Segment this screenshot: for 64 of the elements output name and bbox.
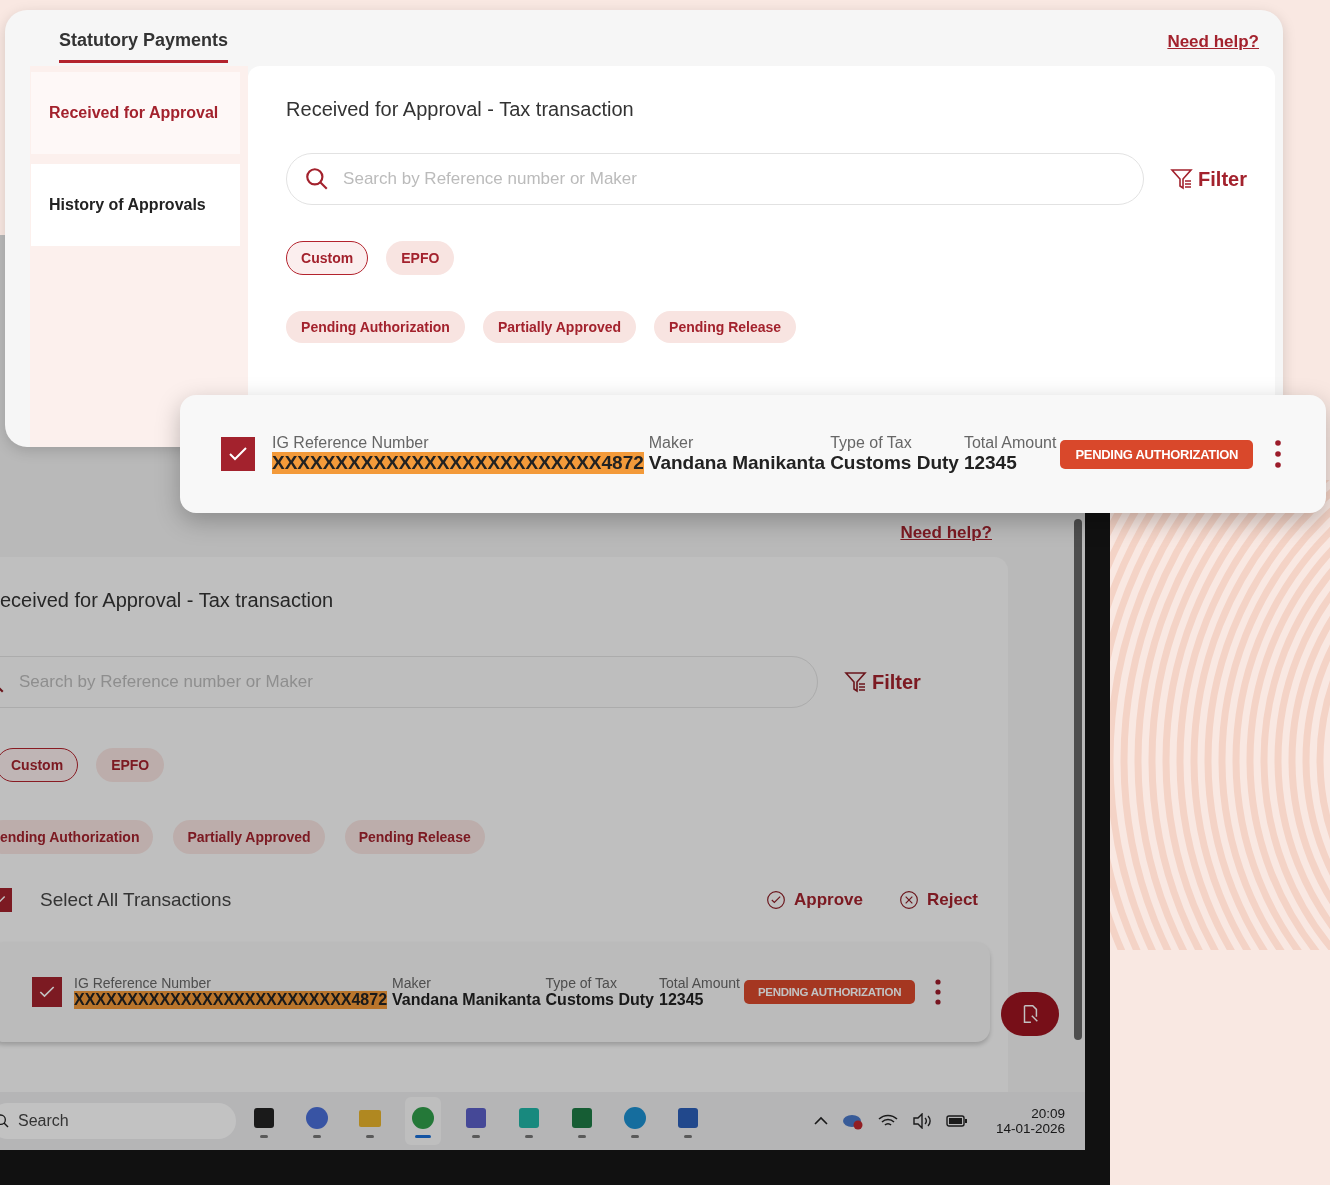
chevron-up-icon[interactable] (813, 1116, 828, 1126)
filter-chip[interactable]: EPFO (96, 748, 165, 782)
more-icon[interactable] (1275, 440, 1282, 468)
column-label: IG Reference Number (272, 434, 430, 452)
transaction-card[interactable]: IG Reference Number XXXXXXXXXXXXXXXXXXXXXXXXXX4872 Maker Vandana Manikanta Type of Tax Customs Duty Total Amount 12345 PENDING AUTHORIZATION (180, 395, 1326, 513)
app-icon (410, 1104, 436, 1131)
status-badge: PENDING AUTHORIZATION (1060, 439, 1254, 469)
status-chip[interactable]: Pending Release (344, 820, 485, 854)
app-icon (304, 1104, 330, 1131)
column-value: XXXXXXXXXXXXXXXXXXXXXXXXXX4872 (74, 991, 388, 1009)
sidebar-item[interactable]: History of Approvals (31, 164, 241, 246)
page-title: eceived for Approval - Tax transaction (0, 589, 335, 612)
column-value: Vandana Manikanta (648, 452, 826, 474)
column-label: Total Amount (963, 434, 1057, 452)
column-value: Customs Duty (545, 991, 654, 1009)
filter-button[interactable]: Filter (1170, 167, 1247, 191)
status-chip[interactable]: Partially Approved (173, 820, 325, 854)
check-circle-icon (766, 890, 786, 910)
select-all-label: Select All Transactions (40, 889, 232, 911)
checkbox[interactable] (32, 977, 62, 1007)
filter-button[interactable]: Filter (844, 670, 921, 694)
tab[interactable]: Statutory Payments (59, 30, 229, 63)
app-icon (622, 1104, 648, 1131)
column-value: XXXXXXXXXXXXXXXXXXXXXXXXXX4872 (272, 452, 644, 474)
transaction-card[interactable]: IG Reference Number XXXXXXXXXXXXXXXXXXXXXXXXXX4872 Maker Vandana Manikanta Type of Tax Customs Duty Total Amount 12345 PENDING AUTHORIZATION (0, 942, 990, 1042)
column-value: 12345 (659, 991, 705, 1009)
status-chip[interactable]: Pending Authorization (286, 311, 465, 343)
speaker-icon[interactable] (911, 1113, 932, 1129)
page-title: Received for Approval - Tax transaction (286, 98, 635, 121)
column-value: Vandana Manikanta (392, 991, 541, 1009)
more-icon[interactable] (935, 979, 942, 1005)
close-circle-icon (898, 890, 919, 910)
column-label: Type of Tax (545, 975, 618, 991)
column-label: Maker (392, 975, 432, 991)
help-link[interactable]: Need help? (900, 523, 992, 557)
document-button[interactable] (1001, 992, 1059, 1036)
search-field[interactable]: Search (0, 1103, 236, 1139)
battery-icon[interactable] (945, 1114, 968, 1128)
approve-button[interactable]: Approve (766, 890, 863, 910)
column-value: Customs Duty (830, 452, 959, 474)
filter-chip[interactable]: Custom (286, 241, 369, 275)
clock-time: 20:09 (1031, 1106, 1065, 1121)
sidebar-item[interactable]: Received for Approval (31, 72, 241, 154)
help-link[interactable]: Need help? (1167, 32, 1259, 52)
column-label: IG Reference Number (74, 975, 212, 991)
status-chip[interactable]: Pending Release (654, 311, 797, 343)
search-field[interactable]: Search by Reference number or Maker (286, 153, 1145, 205)
filter-chip[interactable]: EPFO (386, 241, 455, 275)
filter-icon (844, 670, 868, 694)
clock-date: 14-01-2026 (995, 1121, 1065, 1136)
column-value: 12345 (963, 452, 1018, 474)
filter-chip[interactable]: Custom (0, 748, 79, 782)
scrollbar[interactable] (1074, 519, 1082, 1040)
cloud-icon[interactable] (841, 1112, 864, 1130)
column-label: Maker (648, 434, 695, 452)
checkbox[interactable] (221, 437, 255, 471)
column-label: Total Amount (659, 975, 740, 991)
reject-button[interactable]: Reject (898, 890, 978, 910)
taskbar-app[interactable] (405, 1097, 441, 1145)
status-badge: PENDING AUTHORIZATION (743, 980, 916, 1004)
status-chip[interactable]: ending Authorization (0, 820, 154, 854)
status-chip[interactable]: Partially Approved (482, 311, 637, 343)
filter-icon (1170, 167, 1195, 191)
column-label: Type of Tax (830, 434, 913, 452)
